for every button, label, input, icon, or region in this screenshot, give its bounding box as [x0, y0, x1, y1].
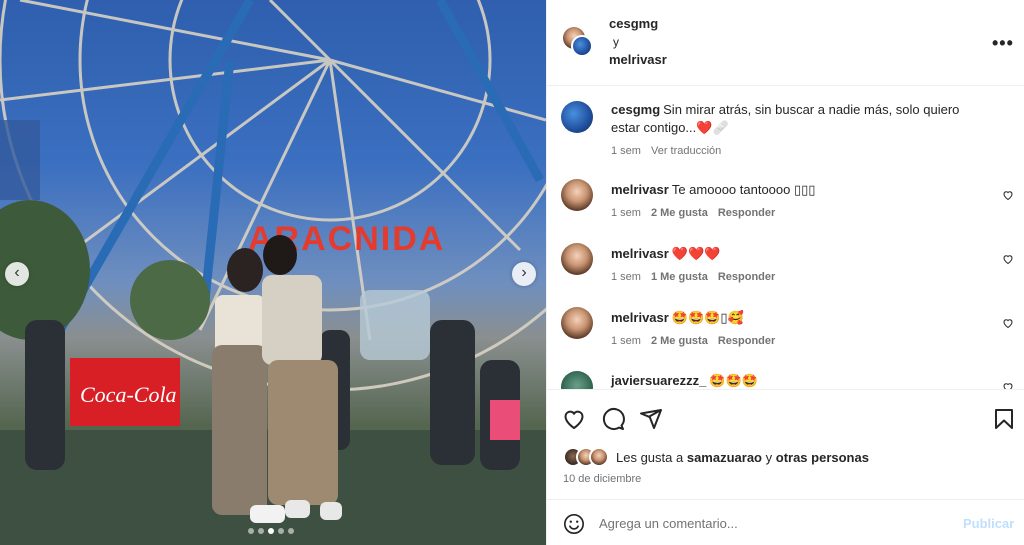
comment-meta: 1 sem 2 Me gusta Responder: [611, 207, 775, 219]
heart-icon[interactable]: [1002, 381, 1014, 389]
likes-prefix: Les gusta a: [616, 449, 684, 465]
publish-button[interactable]: Publicar: [963, 516, 1014, 531]
share-icon[interactable]: [639, 407, 663, 431]
emoji-icon[interactable]: [563, 513, 585, 535]
comment-body: Sin mirar atrás, sin buscar a nadie más,…: [611, 102, 960, 135]
translate-link[interactable]: Ver traducción: [651, 145, 721, 157]
comment-username[interactable]: javiersuarezzz_: [611, 373, 706, 388]
comment-meta: 1 sem 1 Me gusta Responder: [611, 271, 775, 283]
heart-icon[interactable]: [1002, 189, 1014, 201]
heart-icon[interactable]: [562, 407, 586, 431]
likes-summary[interactable]: Les gusta a samazuarao y otras personas: [563, 447, 869, 467]
comment-body: Te amoooo tantoooo ▯▯▯: [671, 182, 816, 197]
comments-list[interactable]: cesgmg Sin mirar atrás, sin buscar a nadi…: [547, 87, 1024, 389]
carousel-dots: [248, 528, 294, 534]
reply-link[interactable]: Responder: [718, 335, 775, 347]
author-username[interactable]: cesgmg: [609, 16, 658, 31]
comment-text: melrivasr ❤️❤️❤️: [611, 245, 981, 263]
reply-link[interactable]: Responder: [718, 271, 775, 283]
ferris-wheel-scene: ARACNIDA Coca-Cola: [0, 0, 546, 545]
likes-text: Les gusta a samazuarao y otras personas: [616, 450, 869, 465]
comment-username[interactable]: melrivasr: [611, 182, 669, 197]
comment-body: ❤️❤️❤️: [671, 246, 721, 261]
more-icon[interactable]: •••: [992, 33, 1014, 54]
comment-body: 🤩🤩🤩: [709, 373, 758, 388]
heart-icon[interactable]: [1002, 317, 1014, 329]
caption-text: cesgmg Sin mirar atrás, sin buscar a nadi…: [611, 101, 981, 137]
comment-text: melrivasr Te amoooo tantoooo ▯▯▯: [611, 181, 981, 199]
add-comment-bar: Publicar: [547, 499, 1024, 545]
comment-body: 🤩🤩🤩▯🥰: [671, 310, 744, 325]
carousel-dot: [288, 528, 294, 534]
post-side-panel: cesgmg y melrivasr ••• cesgmg Sin mirar a…: [546, 0, 1024, 545]
comment-username[interactable]: melrivasr: [611, 246, 669, 261]
carousel-dot: [258, 528, 264, 534]
post-photo[interactable]: ARACNIDA Coca-Cola ‹ ›: [0, 0, 546, 545]
avatar[interactable]: [561, 243, 593, 275]
comment-username[interactable]: melrivasr: [611, 310, 669, 325]
comment-username[interactable]: cesgmg: [611, 102, 660, 117]
comment-likes[interactable]: 2 Me gusta: [651, 335, 708, 347]
comment-likes[interactable]: 2 Me gusta: [651, 207, 708, 219]
carousel-dot: [248, 528, 254, 534]
avatar[interactable]: [561, 179, 593, 211]
carousel-dot: [278, 528, 284, 534]
avatar[interactable]: [561, 371, 593, 389]
likes-connector: y: [765, 449, 773, 465]
comment-icon[interactable]: [601, 407, 625, 431]
bookmark-icon[interactable]: [992, 407, 1016, 431]
comment-input[interactable]: [599, 512, 939, 534]
avatar: [589, 447, 609, 467]
likes-others-link[interactable]: otras personas: [776, 450, 869, 465]
comment-time[interactable]: 1 sem: [611, 145, 641, 157]
reply-link[interactable]: Responder: [718, 207, 775, 219]
comment-text: javiersuarezzz_ 🤩🤩🤩: [611, 372, 981, 389]
comment-text: melrivasr 🤩🤩🤩▯🥰: [611, 309, 981, 327]
carousel-dot-active: [268, 528, 274, 534]
avatar[interactable]: [561, 307, 593, 339]
comment-meta: 1 sem Ver traducción: [611, 145, 721, 157]
author-connector: y: [613, 35, 619, 49]
post-header: cesgmg y melrivasr •••: [547, 0, 1024, 86]
chevron-left-icon[interactable]: ‹: [5, 262, 29, 286]
avatar[interactable]: [571, 35, 593, 57]
comment-time[interactable]: 1 sem: [611, 335, 641, 347]
avatar[interactable]: [561, 101, 593, 133]
comment-time[interactable]: 1 sem: [611, 271, 641, 283]
chevron-right-icon[interactable]: ›: [512, 262, 536, 286]
comment-meta: 1 sem 2 Me gusta Responder: [611, 335, 775, 347]
likes-username[interactable]: samazuarao: [687, 450, 762, 465]
comment-likes[interactable]: 1 Me gusta: [651, 271, 708, 283]
post-actions: Les gusta a samazuarao y otras personas …: [547, 389, 1024, 499]
author-username[interactable]: melrivasr: [609, 52, 667, 67]
comment-time[interactable]: 1 sem: [611, 207, 641, 219]
post-date[interactable]: 10 de diciembre: [563, 473, 641, 485]
heart-icon[interactable]: [1002, 253, 1014, 265]
banner-text: Coca-Cola: [80, 382, 177, 407]
